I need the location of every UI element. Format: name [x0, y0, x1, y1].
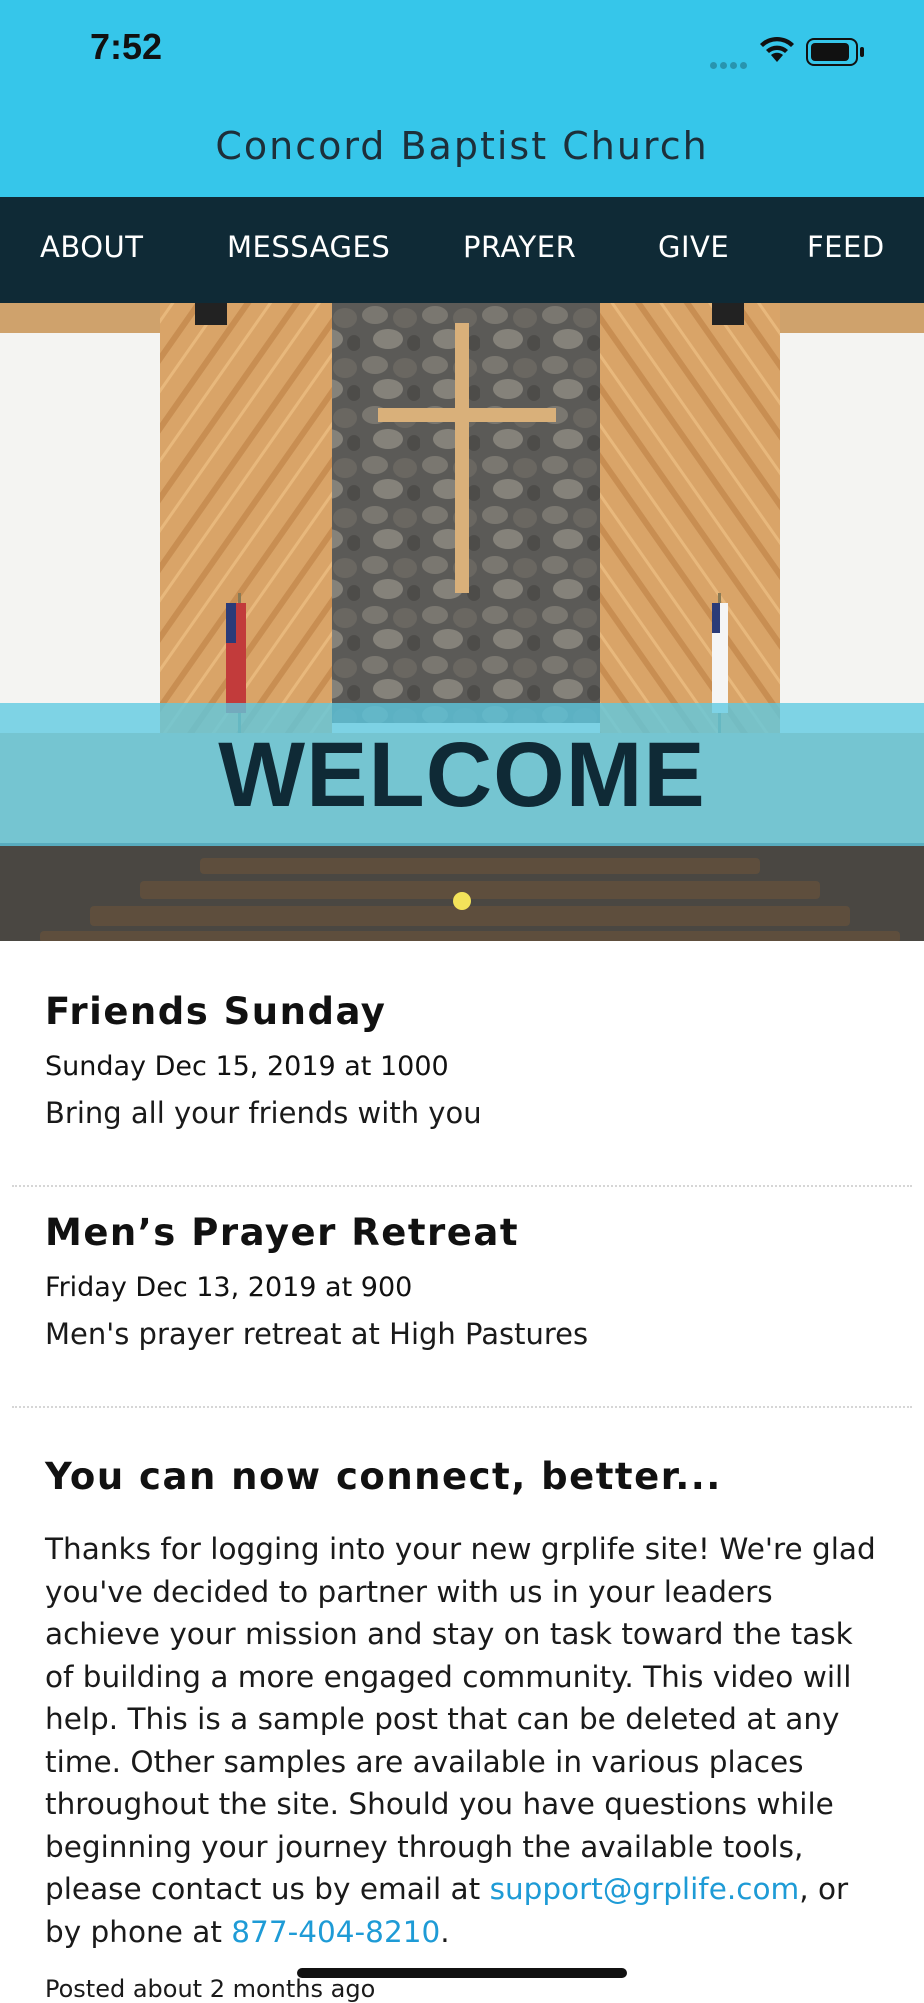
battery-icon — [806, 38, 864, 66]
welcome-text: WELCOME — [218, 724, 706, 826]
post-title: You can now connect, better... — [45, 1455, 722, 1498]
event-item[interactable]: Friends Sunday Sunday Dec 15, 2019 at 10… — [45, 990, 885, 1130]
nav-messages[interactable]: MESSAGES — [227, 230, 390, 264]
event-title: Friends Sunday — [45, 990, 387, 1033]
event-title: Men’s Prayer Retreat — [45, 1211, 520, 1254]
nav-about[interactable]: ABOUT — [40, 230, 144, 264]
nav-prayer[interactable]: PRAYER — [463, 230, 576, 264]
feed-post: You can now connect, better... Thanks fo… — [45, 1455, 885, 1953]
divider — [12, 1185, 912, 1187]
event-description: Men's prayer retreat at High Pastures — [45, 1317, 589, 1351]
post-body-text: . — [440, 1914, 450, 1949]
email-link[interactable]: support@grplife.com — [490, 1872, 800, 1906]
nav-feed[interactable]: FEED — [807, 230, 885, 264]
home-indicator[interactable] — [297, 1968, 627, 1978]
post-body-text: Thanks for logging into your new grplife… — [45, 1532, 876, 1906]
post-body: Thanks for logging into your new grplife… — [45, 1528, 885, 1953]
divider — [12, 1406, 912, 1408]
cellular-signal-icon — [710, 54, 750, 73]
wifi-icon — [760, 36, 794, 62]
app-header: 7:52 Concord Baptist Church — [0, 0, 924, 197]
carousel-indicator-dot[interactable] — [453, 892, 471, 910]
phone-link[interactable]: 877-404-8210 — [231, 1915, 440, 1949]
post-timestamp: Posted about 2 months ago — [45, 1975, 376, 2003]
event-item[interactable]: Men’s Prayer Retreat Friday Dec 13, 2019… — [45, 1211, 885, 1351]
hero-carousel[interactable]: WELCOME — [0, 303, 924, 941]
event-date: Friday Dec 13, 2019 at 900 — [45, 1272, 413, 1303]
status-icons — [678, 34, 878, 69]
event-date: Sunday Dec 15, 2019 at 1000 — [45, 1051, 449, 1082]
app-title: Concord Baptist Church — [215, 124, 709, 168]
event-description: Bring all your friends with you — [45, 1096, 482, 1130]
status-time: 7:52 — [90, 26, 163, 67]
main-nav: ABOUT MESSAGES PRAYER GIVE FEED — [0, 197, 924, 303]
nav-give[interactable]: GIVE — [658, 230, 729, 264]
